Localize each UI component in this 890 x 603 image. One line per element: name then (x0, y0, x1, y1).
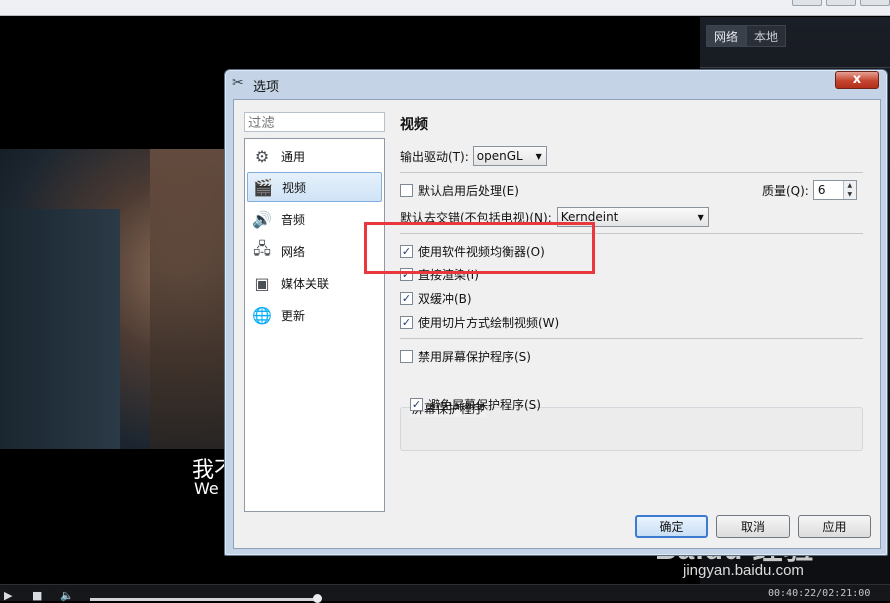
host-title-strip (0, 0, 890, 16)
postprocess-checkbox[interactable] (400, 184, 413, 197)
dialog-body: ⚙ 通用 🎬 视频 🔊 音频 🖧 网络 ▣ 媒体关联 🌐 更新 (233, 99, 881, 549)
nav-item-network[interactable]: 🖧 网络 (247, 236, 382, 266)
output-driver-label: 输出驱动(T): (400, 149, 469, 164)
chevron-down-icon: ▼ (535, 151, 542, 161)
quality-spinbox[interactable]: 6 ▲ ▼ (812, 180, 857, 200)
disable-screensaver-row: 禁用屏幕保护程序(S) (400, 348, 531, 365)
spin-up-icon[interactable]: ▲ (842, 181, 856, 190)
quality-value: 6 (817, 183, 826, 197)
nav-item-label: 音频 (281, 212, 306, 227)
apply-button[interactable]: 应用 (798, 515, 871, 538)
slice-draw-label: 使用切片方式绘制视频(W) (418, 316, 560, 330)
subtitle-english: We (194, 479, 219, 498)
seek-handle[interactable] (313, 594, 322, 603)
double-buffer-label: 双缓冲(B) (418, 292, 472, 306)
timecode: 00:40:22/02:21:00 (768, 588, 871, 599)
dialog-title: 选项 (253, 80, 280, 95)
output-driver-value: openGL (476, 149, 523, 163)
avoid-screensaver-checkbox[interactable]: ✓ (410, 398, 423, 411)
nav-item-label: 媒体关联 (281, 276, 330, 291)
slice-draw-checkbox[interactable]: ✓ (400, 316, 413, 329)
update-globe-icon: 🌐 (252, 305, 272, 325)
film-icon: 🎬 (253, 177, 273, 197)
postprocess-label: 默认启用后处理(E) (418, 184, 519, 198)
baidu-watermark-url: jingyan.baidu.com (683, 562, 804, 579)
host-window-button[interactable] (860, 0, 890, 6)
volume-icon[interactable]: 🔈 (60, 589, 74, 602)
stop-icon[interactable]: ■ (32, 589, 42, 602)
panel-divider (700, 67, 890, 68)
close-button[interactable]: x (835, 71, 879, 89)
output-driver-row: 输出驱动(T): openGL ▼ (400, 146, 547, 166)
host-window-button[interactable] (826, 0, 856, 6)
chevron-down-icon: ▼ (697, 212, 704, 222)
disable-screensaver-checkbox[interactable] (400, 350, 413, 363)
page-title: 视频 (400, 117, 428, 133)
dialog-title-bar: ✂ 选项 x (225, 70, 887, 96)
slice-draw-row: ✓ 使用切片方式绘制视频(W) (400, 314, 559, 331)
nav-item-label: 网络 (281, 244, 306, 259)
host-window-button[interactable] (792, 0, 822, 6)
nav-item-audio[interactable]: 🔊 音频 (247, 204, 382, 234)
avoid-screensaver-row: ✓ 避免屏幕保护程序(S) (410, 396, 541, 413)
category-list: ⚙ 通用 🎬 视频 🔊 音频 🖧 网络 ▣ 媒体关联 🌐 更新 (244, 138, 385, 512)
highlight-annotation (364, 222, 595, 274)
section-divider (400, 338, 863, 339)
video-shade (0, 209, 120, 449)
tab-local[interactable]: 本地 (746, 25, 787, 47)
spin-down-icon[interactable]: ▼ (842, 190, 856, 199)
video-shade (150, 149, 226, 449)
nav-item-general[interactable]: ⚙ 通用 (247, 141, 382, 171)
nav-item-label: 更新 (281, 308, 306, 323)
tab-network[interactable]: 网络 (706, 25, 747, 47)
filter-input[interactable] (244, 112, 385, 132)
quality-row: 质量(Q): 6 ▲ ▼ (762, 180, 857, 200)
nav-item-video[interactable]: 🎬 视频 (247, 172, 382, 202)
section-divider (400, 172, 863, 173)
ok-button[interactable]: 确定 (635, 515, 708, 538)
play-icon[interactable]: ▶ (4, 589, 12, 602)
media-assoc-icon: ▣ (254, 273, 270, 293)
gear-icon: ⚙ (254, 146, 270, 166)
nav-item-update[interactable]: 🌐 更新 (247, 300, 382, 330)
nav-item-media-association[interactable]: ▣ 媒体关联 (247, 268, 382, 298)
avoid-screensaver-label: 避免屏幕保护程序(S) (428, 398, 541, 412)
speaker-icon: 🔊 (252, 209, 272, 229)
disable-screensaver-label: 禁用屏幕保护程序(S) (418, 350, 531, 364)
network-icon: 🖧 (253, 238, 271, 258)
tools-icon: ✂ (232, 75, 244, 91)
double-buffer-row: ✓ 双缓冲(B) (400, 290, 472, 307)
output-driver-select[interactable]: openGL ▼ (472, 146, 547, 166)
video-frame (0, 149, 226, 449)
cancel-button[interactable]: 取消 (716, 515, 790, 538)
options-dialog: ✂ 选项 x ⚙ 通用 🎬 视频 🔊 音频 🖧 网络 ▣ (224, 69, 888, 556)
double-buffer-checkbox[interactable]: ✓ (400, 292, 413, 305)
player-controls: ▶ ■ 🔈 00:40:22/02:21:00 (0, 584, 890, 603)
quality-label: 质量(Q): (762, 183, 809, 198)
playlist-tabs: 网络 本地 (706, 25, 787, 47)
nav-item-label: 通用 (281, 149, 306, 164)
nav-item-label: 视频 (282, 180, 307, 195)
postprocess-row: 默认启用后处理(E) (400, 182, 519, 199)
